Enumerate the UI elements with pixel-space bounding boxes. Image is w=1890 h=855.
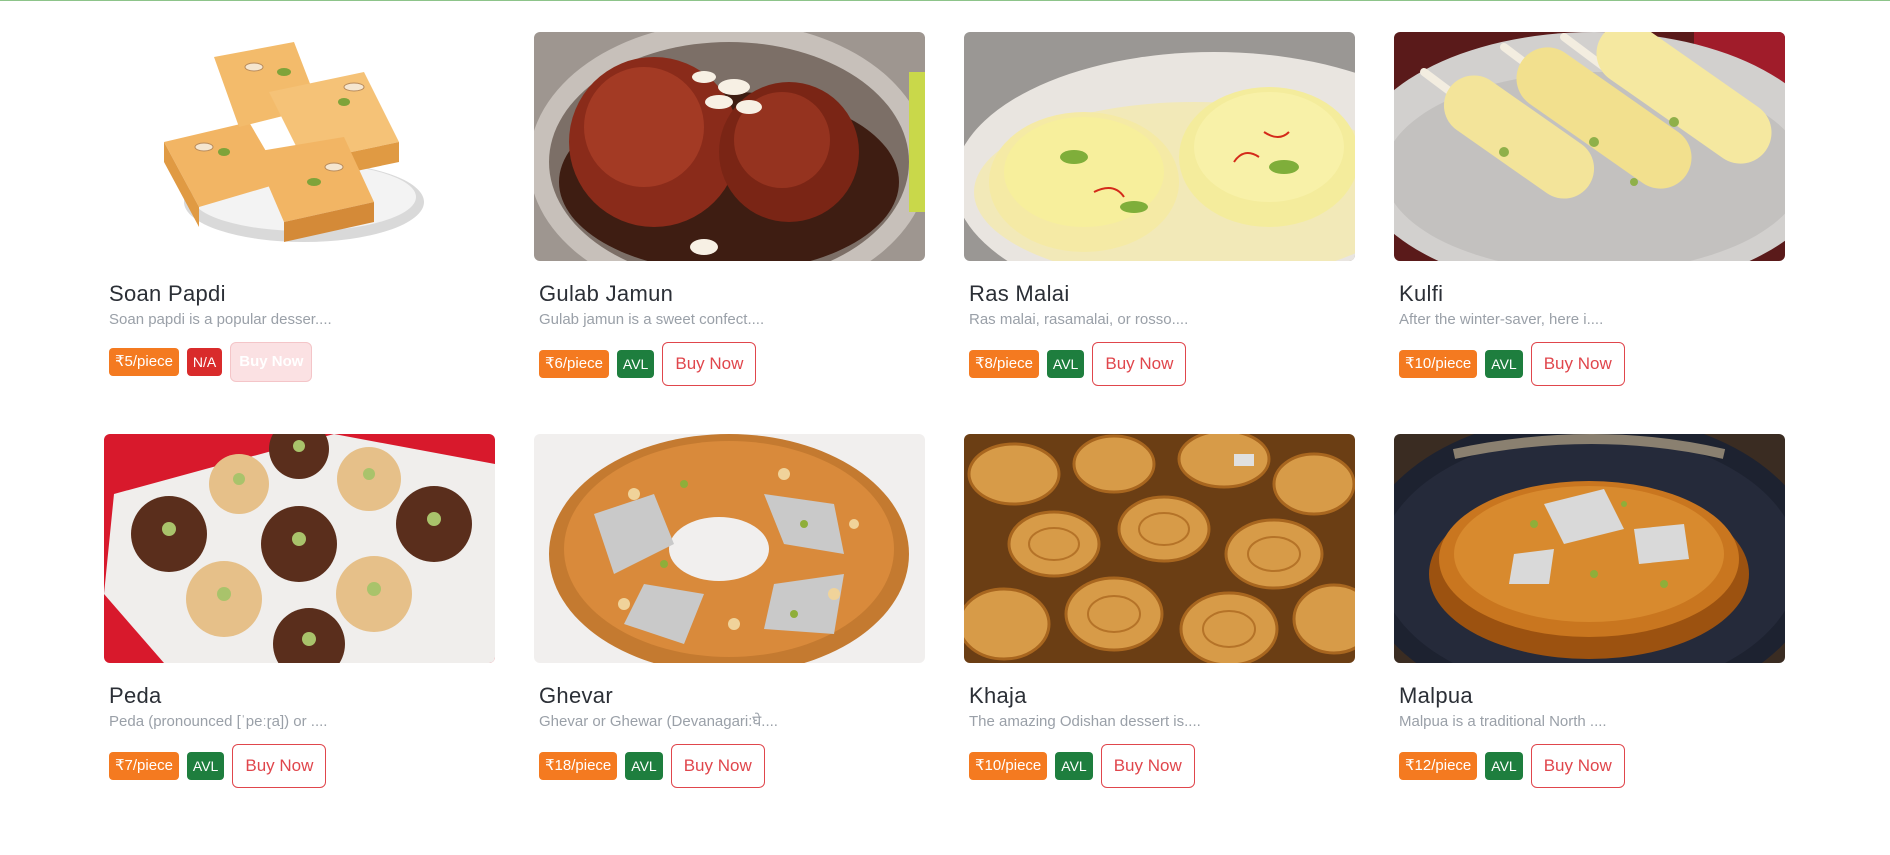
- product-image: [104, 434, 495, 663]
- price-badge: ₹18/piece: [539, 752, 618, 780]
- product-description: Peda (pronounced [ˈpeːɽa]) or ....: [109, 713, 328, 730]
- price-badge: ₹10/piece: [1399, 350, 1478, 378]
- ghevar-image: [534, 434, 925, 663]
- product-card-ghevar: Ghevar Ghevar or Ghewar (Devanagari:घे..…: [534, 434, 925, 836]
- price-badge: ₹5/piece: [109, 348, 179, 376]
- gulab-jamun-image: [534, 32, 925, 261]
- product-image: [534, 32, 925, 261]
- availability-badge: AVL: [1046, 350, 1085, 378]
- availability-badge: AVL: [625, 752, 663, 780]
- buy-now-button[interactable]: Buy Now: [1100, 744, 1195, 788]
- price-badge: ₹8/piece: [969, 350, 1039, 378]
- product-actions: ₹10/piece AVL Buy Now: [1394, 341, 1785, 387]
- product-actions: ₹7/piece AVL Buy Now: [104, 743, 495, 789]
- product-image: [534, 434, 925, 663]
- product-card-malpua: Malpua Malpua is a traditional North ...…: [1394, 434, 1785, 836]
- buy-now-button[interactable]: Buy Now: [1530, 744, 1625, 788]
- product-description: After the winter-saver, here i....: [1399, 311, 1604, 328]
- top-divider: [0, 0, 1890, 1]
- product-card-gulab-jamun: Gulab Jamun Gulab jamun is a sweet confe…: [534, 32, 925, 434]
- product-title: Khaja: [969, 683, 1027, 708]
- product-actions: ₹6/piece AVL Buy Now: [534, 341, 925, 387]
- product-card-soan-papdi: Soan Papdi Soan papdi is a popular desse…: [104, 32, 495, 434]
- product-title: Kulfi: [1399, 281, 1444, 306]
- product-card-kulfi: Kulfi After the winter-saver, here i....…: [1394, 32, 1785, 434]
- product-description: Ras malai, rasamalai, or rosso....: [969, 311, 1189, 328]
- product-card-khaja: Khaja The amazing Odishan dessert is....…: [964, 434, 1355, 836]
- product-image: [964, 434, 1355, 663]
- product-actions: ₹10/piece AVL Buy Now: [964, 743, 1355, 789]
- product-title: Ghevar: [539, 683, 613, 708]
- buy-now-button[interactable]: Buy Now: [662, 342, 757, 386]
- price-badge: ₹12/piece: [1399, 752, 1478, 780]
- availability-badge: N/A: [186, 348, 223, 376]
- availability-badge: AVL: [1485, 752, 1523, 780]
- buy-now-button[interactable]: Buy Now: [230, 342, 313, 382]
- buy-now-button[interactable]: Buy Now: [1092, 342, 1187, 386]
- product-actions: ₹5/piece N/A Buy Now: [104, 339, 495, 385]
- product-title: Ras Malai: [969, 281, 1070, 306]
- product-image: [964, 32, 1355, 261]
- product-image: [1394, 434, 1785, 663]
- khaja-image: [964, 434, 1355, 663]
- price-badge: ₹6/piece: [539, 350, 609, 378]
- availability-badge: AVL: [616, 350, 655, 378]
- price-badge: ₹10/piece: [969, 752, 1048, 780]
- product-description: Gulab jamun is a sweet confect....: [539, 311, 765, 328]
- product-card-ras-malai: Ras Malai Ras malai, rasamalai, or rosso…: [964, 32, 1355, 434]
- product-image: [104, 32, 495, 261]
- availability-badge: AVL: [186, 752, 225, 780]
- buy-now-button[interactable]: Buy Now: [232, 744, 327, 788]
- product-title: Soan Papdi: [109, 281, 226, 306]
- availability-badge: AVL: [1055, 752, 1093, 780]
- product-description: Malpua is a traditional North ....: [1399, 713, 1607, 730]
- kulfi-image: [1394, 32, 1785, 261]
- product-card-peda: Peda Peda (pronounced [ˈpeːɽa]) or .... …: [104, 434, 495, 836]
- product-actions: ₹12/piece AVL Buy Now: [1394, 743, 1785, 789]
- ras-malai-image: [964, 32, 1355, 261]
- malpua-image: [1394, 434, 1785, 663]
- buy-now-button[interactable]: Buy Now: [1530, 342, 1625, 386]
- product-image: [1394, 32, 1785, 261]
- product-grid: Soan Papdi Soan papdi is a popular desse…: [104, 32, 1785, 836]
- product-description: The amazing Odishan dessert is....: [969, 713, 1201, 730]
- product-description: Soan papdi is a popular desser....: [109, 311, 332, 328]
- product-title: Peda: [109, 683, 162, 708]
- product-title: Malpua: [1399, 683, 1473, 708]
- peda-image: [104, 434, 495, 663]
- product-title: Gulab Jamun: [539, 281, 674, 306]
- soan-papdi-image: [104, 32, 495, 261]
- product-actions: ₹8/piece AVL Buy Now: [964, 341, 1355, 387]
- availability-badge: AVL: [1485, 350, 1523, 378]
- buy-now-button[interactable]: Buy Now: [670, 744, 765, 788]
- product-actions: ₹18/piece AVL Buy Now: [534, 743, 925, 789]
- product-description: Ghevar or Ghewar (Devanagari:घे....: [539, 713, 778, 730]
- price-badge: ₹7/piece: [109, 752, 179, 780]
